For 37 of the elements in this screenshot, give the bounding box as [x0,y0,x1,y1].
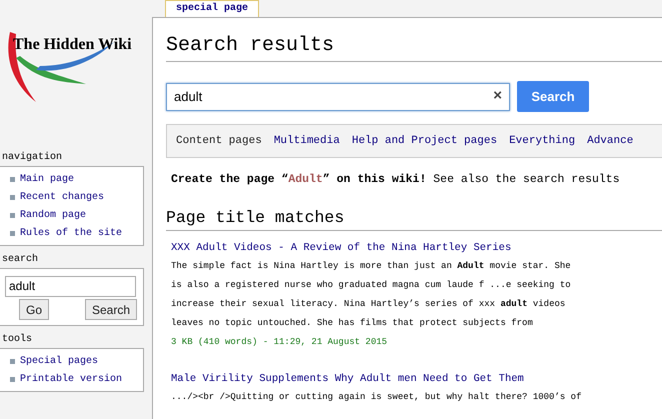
bullet-icon [10,376,15,382]
sidebar-heading: search [1,252,40,267]
section-heading: Page title matches [166,206,662,232]
filter-link[interactable]: Help and Project pages [352,132,498,150]
search-button[interactable]: Search [517,81,589,112]
sidebar-heading: tools [1,332,34,347]
sidebar-heading: navigation [1,150,64,165]
sidebar-link[interactable]: Random page [20,208,86,222]
bullet-icon [10,230,15,236]
bullet-icon [10,194,15,200]
sidebar-link[interactable]: Recent changes [20,190,104,204]
sidebar-link[interactable]: Special pages [20,354,98,368]
filter-link[interactable]: Multimedia [274,132,340,150]
result-title-link[interactable]: Male Virility Supplements Why Adult men Need to Get Them [171,370,586,388]
page-title: Search results [166,30,662,62]
search-button[interactable]: Search [84,299,137,320]
search-query: adult [174,88,204,106]
bullet-icon [10,212,15,218]
create-page-link[interactable]: Adult [288,173,323,186]
bullet-icon [10,358,15,364]
special-page-tab[interactable]: special page [165,0,260,17]
sidebar-search-field[interactable]: adult [5,276,136,296]
result-snippet: .../><br />Quitting or cutting again is sweet, but why halt there? 1000’s of [171,391,582,404]
filter-link[interactable]: Everything [509,132,576,150]
filter-link[interactable]: Advance [587,132,634,150]
sidebar-link[interactable]: Main page [20,172,74,186]
filter-link[interactable]: Content pages [176,132,262,150]
result-snippet: The simple fact is Nina Hartley is more than just an Adult movie star. She is also a registered nurse who graduated magna cum laude f ...e seeking to increase their sexual literacy. Nina Hartley’s series of xxx adult videos leaves no topic untouched. She has films that protect subjects from [171,260,572,330]
clear-button[interactable]: × [493,85,502,108]
sidebar-link[interactable]: Rules of the site [20,226,122,240]
result-meta: 3 KB (410 words) - 11:29, 21 August 2015 [171,336,388,350]
create-page-notice: Create the page “Adult” on this wiki! See also the search results [171,172,621,188]
bullet-icon [10,176,15,182]
search-field[interactable]: adult × [166,82,510,110]
go-button[interactable]: Go [19,299,50,320]
sidebar-link[interactable]: Printable version [20,372,122,386]
result-title-link[interactable]: XXX Adult Videos - A Review of the Nina Hartley Series [171,239,586,258]
